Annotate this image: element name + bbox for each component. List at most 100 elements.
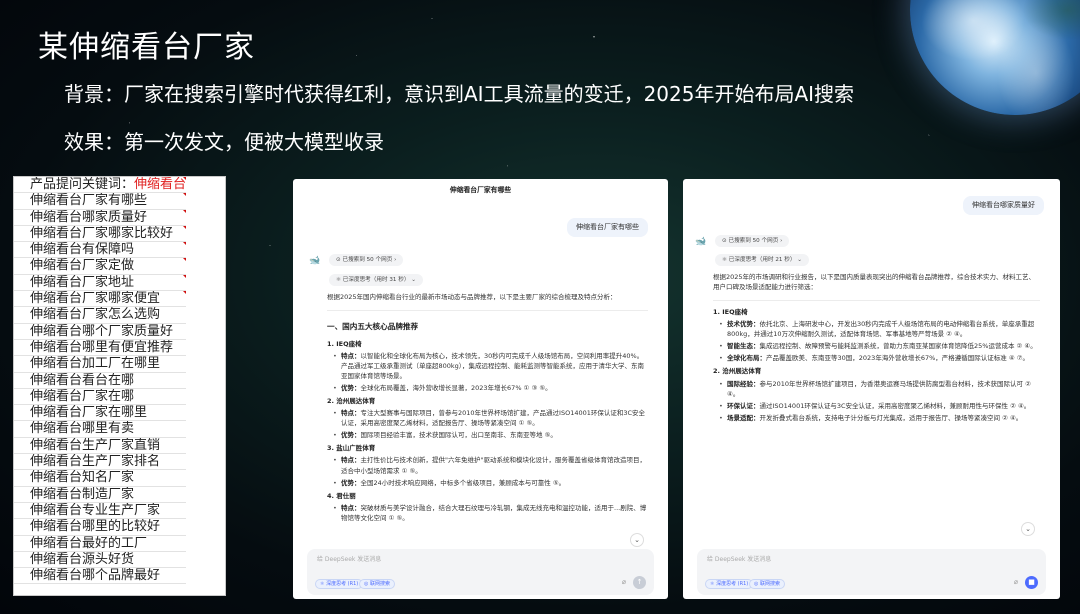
attachment-icon[interactable]: ⌀ xyxy=(622,577,626,588)
brand-list: 1. IEQ座椅技术优势：依托北京、上海研发中心，开发出30秒内完成千人级场馆布… xyxy=(713,307,1040,423)
answer-intro: 根据2025年的市场调研和行业报告，以下是国内质量表现突出的伸缩看台品牌推荐，综… xyxy=(713,273,1036,292)
keyword-row: 伸缩看台厂家在哪里 xyxy=(14,405,186,422)
comment-marker-icon xyxy=(183,225,186,230)
send-button[interactable]: ↑ xyxy=(633,576,646,589)
bullet-label: 优势： xyxy=(341,384,361,393)
keyword-row: 伸缩看台知名厂家 xyxy=(14,470,186,487)
brand-item-bullet: 国际经验：参与2010年世界杯场馆扩建项目，为香港奥运赛马场提供防腐型看台材料，… xyxy=(713,379,1040,399)
message-input-box[interactable]: 给 DeepSeek 发送消息 ⚛ 深度思考 (R1) ◎ 联网搜索 ⌀ ↑ xyxy=(307,549,654,595)
deepseek-whale-icon: 🐋 xyxy=(309,256,321,266)
brand-item-heading: 3. 盐山广胜体育 xyxy=(327,444,376,453)
brand-item-heading: 2. 沧州展达体育 xyxy=(327,397,376,406)
keyword-row: 伸缩看台厂家怎么选购 xyxy=(14,307,186,324)
stop-button[interactable]: ■ xyxy=(1025,576,1038,589)
message-input-placeholder: 给 DeepSeek 发送消息 xyxy=(317,556,382,563)
keyword-row: 伸缩看台厂家在哪 xyxy=(14,389,186,406)
keyword-row: 伸缩看台厂家哪家便宜 xyxy=(14,291,186,308)
keyword-rows: 伸缩看台厂家有哪些 伸缩看台哪家质量好 伸缩看台厂家哪家比较好 伸缩看台有保障吗 伸缩看… xyxy=(14,193,225,585)
deep-thinking-toggle[interactable]: ⚛ 已深度思考（用时 21 秒） ⌄ xyxy=(715,254,809,266)
search-results-toggle[interactable]: ⊙ 已搜索到 50 个网页 › xyxy=(329,254,404,266)
bullet-label: 优势： xyxy=(341,478,361,487)
keyword-row: 伸缩看台专业生产厂家 xyxy=(14,503,186,520)
answer-intro: 根据2025年国内伸缩看台行业的最新市场动态与品牌推荐，以下是主要厂家的综合梳理… xyxy=(327,293,617,301)
comment-marker-icon xyxy=(183,242,186,247)
brand-item-heading: 4. 君仕丽 xyxy=(327,491,356,500)
brand-item-bullet: 优势：国际项目经验丰富，技术获国际认可，出口至南非、东南亚等地 ⑤。 xyxy=(327,430,648,440)
bullet-label: 智能生态： xyxy=(727,342,760,351)
attachment-icon[interactable]: ⌀ xyxy=(1014,577,1018,588)
user-query-bubble: 伸缩看台哪家质量好 xyxy=(963,196,1044,215)
arrow-up-icon: ↑ xyxy=(636,578,643,586)
bullet-text: 集成远程控制、故障预警与能耗监测系统，曾助力东南亚某国家体育馆降低25%运营成本… xyxy=(759,342,1037,351)
bullet-text: 以智能化和全球化布局为核心，技术领先，30秒内可完成千人级场馆布局，空间利用率提… xyxy=(341,351,645,381)
divider xyxy=(327,310,648,312)
bullet-text: 突破材质与美学设计融合，结合大理石纹理与冷轧钢，集成无线充电和温控功能，适用于.… xyxy=(341,503,647,522)
deep-think-button[interactable]: ⚛ 深度思考 (R1) xyxy=(705,579,754,589)
keyword-row: 伸缩看台厂家哪家比较好 xyxy=(14,225,186,243)
chat-window-2: 伸缩看台哪家质量好 🐋 ⊙ 已搜索到 50 个网页 › ⚛ 已深度思考（用时 2… xyxy=(683,179,1060,599)
keyword-row: 伸缩看台生产厂家排名 xyxy=(14,454,186,471)
bullet-label: 特点： xyxy=(341,456,361,465)
chevron-right-icon: › xyxy=(778,237,783,244)
keyword-row: 伸缩看台厂家有哪些 xyxy=(14,193,186,210)
chevron-down-icon: ⌄ xyxy=(1025,525,1031,533)
comment-marker-icon xyxy=(183,193,186,198)
deep-think-button[interactable]: ⚛ 深度思考 (R1) xyxy=(315,579,364,589)
divider xyxy=(713,300,1040,302)
bullet-label: 特点： xyxy=(341,351,361,360)
slide-title: 某伸缩看台厂家 xyxy=(38,30,255,65)
brand-item-bullet: 优势：全球化布局覆盖，海外营收增长显著，2023年增长67% ① ③ ⑤。 xyxy=(327,383,648,393)
comment-marker-icon xyxy=(183,258,186,263)
brand-item-bullet: 特点：主打性价比与技术创新，提供"六年免维护"驱动系统和模块化设计，服务覆盖省级… xyxy=(327,455,648,475)
brand-item-bullet: 智能生态：集成远程控制、故障预警与能耗监测系统，曾助力东南亚某国家体育馆降低25… xyxy=(713,341,1040,351)
keyword-row: 伸缩看台哪里有卖 xyxy=(14,421,186,438)
keyword-row: 伸缩看台哪里的比较好 xyxy=(14,519,186,536)
keyword-row: 伸缩看台生产厂家直销 xyxy=(14,438,186,455)
message-input-placeholder: 给 DeepSeek 发送消息 xyxy=(707,556,772,563)
scroll-down-button[interactable]: ⌄ xyxy=(630,533,644,547)
deepseek-whale-icon: 🐋 xyxy=(695,237,707,247)
answer-body: 根据2025年的市场调研和行业报告，以下是国内质量表现突出的伸缩看台品牌推荐，综… xyxy=(713,272,1040,425)
bullet-text: 全球化布局覆盖，海外营收增长显著，2023年增长67% ① ③ ⑤。 xyxy=(360,384,552,393)
brand-list: 1. IEQ座椅特点：以智能化和全球化布局为核心，技术领先，30秒内可完成千人级… xyxy=(327,339,648,523)
bullet-label: 特点： xyxy=(341,503,361,512)
bullet-label: 特点： xyxy=(341,409,361,418)
scroll-down-button[interactable]: ⌄ xyxy=(1021,522,1035,536)
web-search-button[interactable]: ◎ 联网搜索 xyxy=(359,579,395,589)
bullet-text: 全国24小时技术响应网络，中标多个省级项目，兼顾成本与可靠性 ⑤。 xyxy=(360,478,566,487)
bullet-text: 主打性价比与技术创新，提供"六年免维护"驱动系统和模块化设计，服务覆盖省级体育馆… xyxy=(341,456,646,475)
keyword-row: 伸缩看台制造厂家 xyxy=(14,487,186,503)
user-query-bubble: 伸缩看台厂家有哪些 xyxy=(567,218,648,237)
atom-icon: ⚛ xyxy=(336,276,343,283)
web-search-button[interactable]: ◎ 联网搜索 xyxy=(749,579,785,589)
bullet-label: 全球化布局： xyxy=(727,354,766,363)
brand-item-bullet: 场景适配：开发折叠式看台系统，支持电子计分板与灯光集成，适用于报告厅、操场等紧凑… xyxy=(713,413,1040,423)
keyword-row: 伸缩看台加工厂在哪里 xyxy=(14,356,186,373)
brand-item-bullet: 特点：以智能化和全球化布局为核心，技术领先，30秒内可完成千人级场馆布局，空间利… xyxy=(327,351,648,381)
brand-item-heading: 2. 沧州展达体育 xyxy=(713,367,762,376)
keyword-list-panel: 产品提问关键词：伸缩看台 伸缩看台厂家有哪些 伸缩看台哪家质量好 伸缩看台厂家哪家比… xyxy=(13,176,226,596)
brand-item-bullet: 环保认证：通过ISO14001环保认证与3C安全认证，采用高密度聚乙烯材料，兼顾… xyxy=(713,401,1040,411)
keyword-row: 伸缩看台哪里有便宜推荐 xyxy=(14,340,186,357)
chevron-right-icon: › xyxy=(392,256,397,263)
keyword-row: 伸缩看台厂家定做 xyxy=(14,258,186,275)
answer-body: 根据2025年国内伸缩看台行业的最新市场动态与品牌推荐，以下是主要厂家的综合梳理… xyxy=(327,292,648,525)
keyword-row: 伸缩看台最好的工厂 xyxy=(14,536,186,552)
stop-icon: ■ xyxy=(1028,578,1035,586)
search-results-toggle[interactable]: ⊙ 已搜索到 50 个网页 › xyxy=(715,235,790,247)
brand-item-bullet: 特点：突破材质与美学设计融合，结合大理石纹理与冷轧钢，集成无线充电和温控功能，适… xyxy=(327,503,648,523)
bullet-text: 参与2010年世界杯场馆扩建项目，为香港奥运赛马场提供防腐型看台材料，技术获国际… xyxy=(727,379,1031,398)
bullet-text: 通过ISO14001环保认证与3C安全认证，采用高密度聚乙烯材料，兼顾耐用性与环… xyxy=(759,401,1031,410)
keyword-header-prefix: 产品提问关键词： xyxy=(30,177,135,192)
bullet-text: 产品覆盖欧美、东南亚等30国，2023年海外营收增长67%，严格遵循国际认证标准… xyxy=(766,354,1030,363)
brand-item-bullet: 特点：专注大型赛事与国际项目，曾参与2010年世界杯场馆扩建，产品通过ISO14… xyxy=(327,408,648,428)
background-description: 背景：厂家在搜索引擎时代获得红利，意识到AI工具流量的变迁，2025年开始布局A… xyxy=(64,82,855,106)
chevron-down-icon: ⌄ xyxy=(409,276,416,283)
bullet-label: 国际经验： xyxy=(727,379,760,388)
section-heading: 一、国内五大核心品牌推荐 xyxy=(327,322,419,332)
keyword-header-term: 伸缩看台 xyxy=(134,177,186,192)
deep-thinking-toggle[interactable]: ⚛ 已深度思考（用时 31 秒） ⌄ xyxy=(329,274,423,286)
planet-earth-image xyxy=(910,0,1080,115)
atom-icon: ⚛ xyxy=(722,256,729,263)
message-input-box[interactable]: 给 DeepSeek 发送消息 ⚛ 深度思考 (R1) ◎ 联网搜索 ⌀ ■ xyxy=(697,549,1046,595)
